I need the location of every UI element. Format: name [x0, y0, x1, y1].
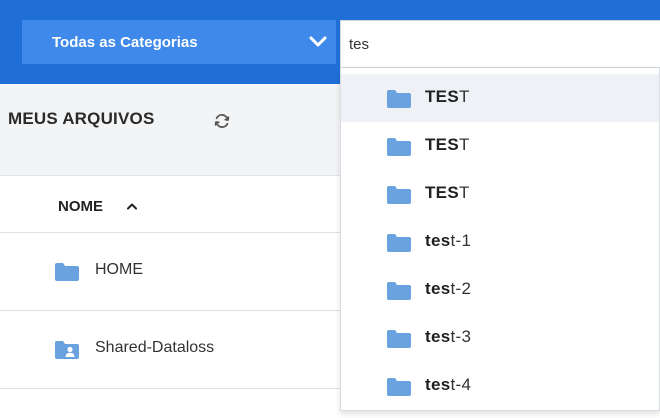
suggestion-match: TES [425, 87, 459, 106]
suggestion-label: test-4 [425, 375, 471, 395]
suggestion-item[interactable]: test-4 [341, 362, 659, 410]
shared-folder-icon [55, 341, 79, 359]
file-row[interactable]: HOME [0, 234, 340, 311]
suggestion-rest: t-1 [450, 231, 472, 250]
page-title: MEUS ARQUIVOS [8, 109, 155, 128]
refresh-icon[interactable] [213, 112, 231, 130]
search-box [340, 20, 660, 68]
folder-icon [387, 90, 411, 108]
folder-icon [387, 282, 411, 300]
suggestion-rest: T [458, 135, 470, 154]
search-input[interactable] [341, 21, 660, 67]
suggestion-match: tes [425, 327, 451, 346]
file-name: Shared-Dataloss [95, 339, 215, 356]
suggestion-match: TES [425, 183, 459, 202]
folder-icon [55, 263, 79, 281]
suggestion-match: tes [425, 279, 451, 298]
suggestion-item[interactable]: TEST [341, 170, 659, 218]
chevron-down-icon [309, 36, 327, 47]
suggestion-match: tes [425, 231, 451, 250]
suggestion-match: TES [425, 135, 459, 154]
suggestion-rest: T [458, 183, 470, 202]
folder-icon [387, 138, 411, 156]
folder-icon [387, 378, 411, 396]
suggestion-label: test-2 [425, 279, 471, 299]
suggestion-rest: t-2 [450, 279, 472, 298]
suggestion-item[interactable]: TEST [341, 122, 659, 170]
suggestion-rest: t-3 [450, 327, 472, 346]
files-header: MEUS ARQUIVOS [0, 84, 340, 176]
file-row[interactable]: Shared-Dataloss [0, 312, 340, 389]
column-name-sort[interactable]: NOME [58, 198, 103, 215]
category-label: Todas as Categorias [52, 33, 198, 51]
file-name: HOME [95, 261, 143, 278]
suggestion-label: TEST [425, 87, 470, 107]
suggestion-label: TEST [425, 135, 470, 155]
folder-icon [387, 186, 411, 204]
folder-icon [387, 330, 411, 348]
suggestion-label: TEST [425, 183, 470, 203]
suggestion-item[interactable]: TEST [341, 74, 659, 122]
column-header: NOME [0, 176, 340, 233]
suggestion-item[interactable]: test-2 [341, 266, 659, 314]
suggestion-rest: t-4 [450, 375, 472, 394]
category-dropdown-button[interactable]: Todas as Categorias [22, 20, 336, 64]
suggestion-label: test-1 [425, 231, 471, 251]
suggestion-match: tes [425, 375, 451, 394]
suggestion-rest: T [458, 87, 470, 106]
folder-icon [387, 234, 411, 252]
suggestion-item[interactable]: test-1 [341, 218, 659, 266]
sort-ascending-icon[interactable] [126, 201, 138, 211]
suggestion-item[interactable]: test-3 [341, 314, 659, 362]
search-suggestions-dropdown: TEST TEST TEST test-1 test-2 test-3 test… [340, 68, 660, 411]
suggestion-label: test-3 [425, 327, 471, 347]
